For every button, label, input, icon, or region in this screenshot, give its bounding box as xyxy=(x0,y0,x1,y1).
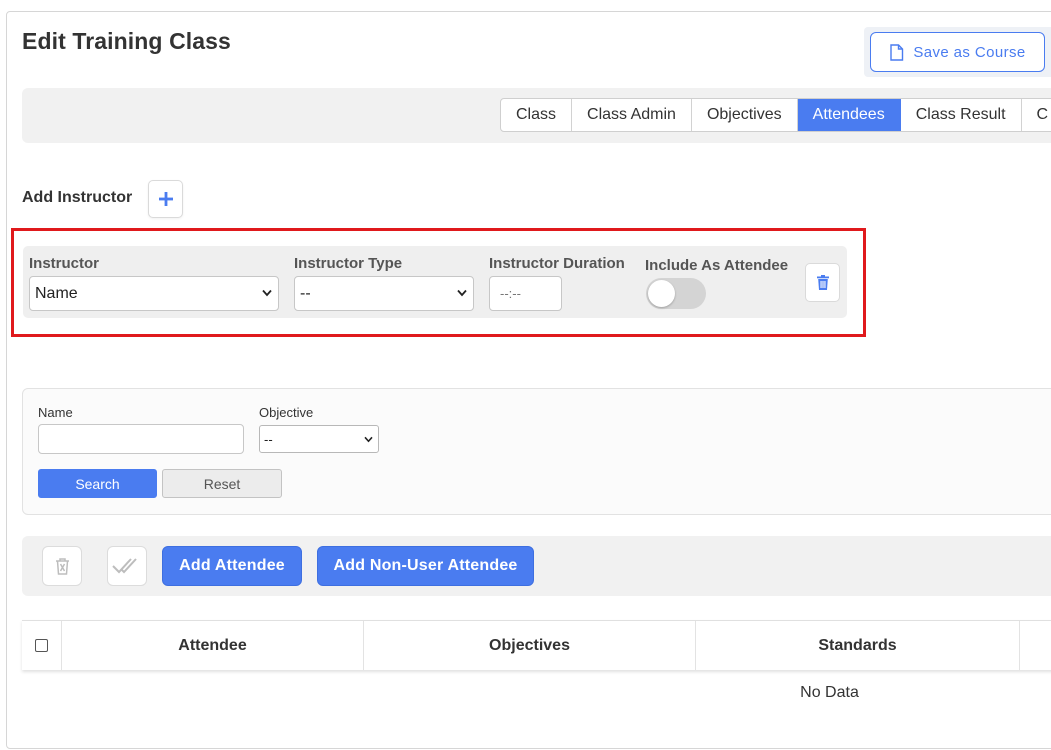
tab-class[interactable]: Class xyxy=(501,99,573,131)
chevron-down-icon xyxy=(457,289,467,297)
instructor-duration-input[interactable]: --:-- xyxy=(489,276,562,311)
double-check-icon xyxy=(112,558,137,574)
instructor-select[interactable]: Name xyxy=(29,276,279,311)
objective-filter-select[interactable]: -- xyxy=(259,425,379,453)
add-instructor-button[interactable] xyxy=(148,180,183,218)
reset-button[interactable]: Reset xyxy=(162,469,282,498)
name-filter-label: Name xyxy=(38,405,73,420)
instructor-label: Instructor xyxy=(29,255,100,272)
delete-attendees-button[interactable] xyxy=(42,546,82,586)
add-instructor-label: Add Instructor xyxy=(22,189,133,206)
chevron-down-icon xyxy=(364,436,373,443)
name-filter-input[interactable] xyxy=(38,424,244,454)
instructor-type-label: Instructor Type xyxy=(294,255,403,272)
instructor-type-value: -- xyxy=(300,284,311,302)
duration-placeholder: --:-- xyxy=(500,286,521,301)
objective-filter-value: -- xyxy=(264,431,273,447)
instructor-type-select[interactable]: -- xyxy=(294,276,474,311)
add-non-user-attendee-button[interactable]: Add Non-User Attendee xyxy=(317,546,534,586)
tab-class-admin[interactable]: Class Admin xyxy=(572,99,692,131)
select-all-checkbox[interactable] xyxy=(35,639,48,652)
include-as-attendee-label: Include As Attendee xyxy=(645,257,789,274)
tab-class-result[interactable]: Class Result xyxy=(901,99,1022,131)
search-button[interactable]: Search xyxy=(38,469,157,498)
include-as-attendee-toggle[interactable] xyxy=(646,278,706,309)
document-icon xyxy=(890,43,904,61)
column-objectives[interactable]: Objectives xyxy=(364,621,696,670)
select-all-cell xyxy=(22,621,62,670)
tab-more[interactable]: C xyxy=(1022,99,1051,131)
attendee-table-header: Attendee Objectives Standards xyxy=(22,620,1051,670)
column-attendee[interactable]: Attendee xyxy=(62,621,364,670)
save-as-course-button[interactable]: Save as Course xyxy=(870,32,1045,72)
column-standards[interactable]: Standards xyxy=(696,621,1020,670)
save-as-course-label: Save as Course xyxy=(913,43,1026,61)
tab-objectives[interactable]: Objectives xyxy=(692,99,798,131)
add-attendee-button[interactable]: Add Attendee xyxy=(162,546,302,586)
instructor-select-value: Name xyxy=(35,284,78,302)
chevron-down-icon xyxy=(262,289,272,297)
page-title: Edit Training Class xyxy=(22,28,231,54)
delete-instructor-button[interactable] xyxy=(805,263,840,302)
trash-icon xyxy=(816,275,829,290)
tab-list: Class Class Admin Objectives Attendees C… xyxy=(500,98,1051,132)
tab-attendees[interactable]: Attendees xyxy=(797,99,901,131)
objective-filter-label: Objective xyxy=(259,405,314,420)
instructor-duration-label: Instructor Duration xyxy=(489,255,625,272)
toggle-knob xyxy=(648,280,675,307)
trash-icon xyxy=(55,557,69,575)
empty-table-message: No Data xyxy=(800,684,859,701)
mark-complete-button[interactable] xyxy=(107,546,147,586)
plus-icon xyxy=(158,192,173,206)
